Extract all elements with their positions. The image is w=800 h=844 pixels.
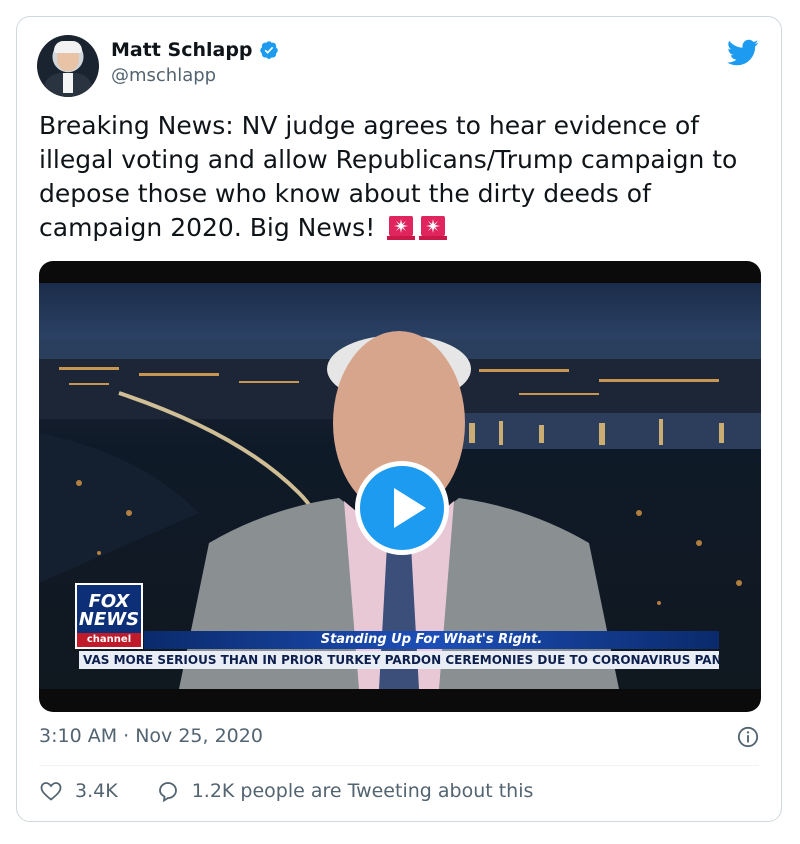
rotating-light-icon bbox=[419, 216, 448, 240]
tweet-timestamp[interactable]: 3:10 AM · Nov 25, 2020 bbox=[39, 725, 263, 747]
tweet-actions: 3.4K 1.2K people are Tweeting about this bbox=[39, 779, 533, 803]
divider bbox=[39, 765, 759, 766]
play-button[interactable] bbox=[355, 461, 449, 555]
author-handle[interactable]: @mschlapp bbox=[111, 65, 216, 86]
heart-icon bbox=[40, 782, 62, 801]
info-icon[interactable] bbox=[737, 726, 759, 748]
logo-line2: NEWS bbox=[78, 609, 140, 630]
speech-bubble-icon bbox=[158, 782, 177, 803]
author-name[interactable]: Matt Schlapp bbox=[111, 39, 253, 61]
verified-badge-icon bbox=[259, 41, 278, 59]
twitter-bird-icon[interactable] bbox=[727, 39, 759, 67]
play-icon bbox=[394, 488, 426, 528]
ticker-crawl: VAS MORE SERIOUS THAN IN PRIOR TURKEY PA… bbox=[79, 651, 719, 669]
like-action[interactable]: 3.4K bbox=[39, 779, 118, 803]
conversation-action[interactable]: 1.2K people are Tweeting about this bbox=[156, 779, 534, 803]
news-ticker: Standing Up For What's Right. VAS MORE S… bbox=[79, 631, 719, 669]
video-media[interactable]: FOX NEWS channel Standing Up For What's … bbox=[39, 261, 761, 712]
video-frame[interactable]: FOX NEWS channel Standing Up For What's … bbox=[39, 283, 761, 689]
tweeting-count: 1.2K people are Tweeting about this bbox=[191, 780, 534, 802]
tweet-card: Matt Schlapp @mschlapp Breaking News: NV… bbox=[16, 16, 782, 822]
ticker-headline: Standing Up For What's Right. bbox=[144, 631, 719, 649]
tweet-text: Breaking News: NV judge agrees to hear e… bbox=[39, 109, 763, 245]
rotating-light-icon bbox=[387, 216, 416, 240]
like-count: 3.4K bbox=[75, 780, 118, 802]
author-name-row: Matt Schlapp bbox=[111, 39, 279, 61]
avatar[interactable] bbox=[37, 35, 99, 97]
